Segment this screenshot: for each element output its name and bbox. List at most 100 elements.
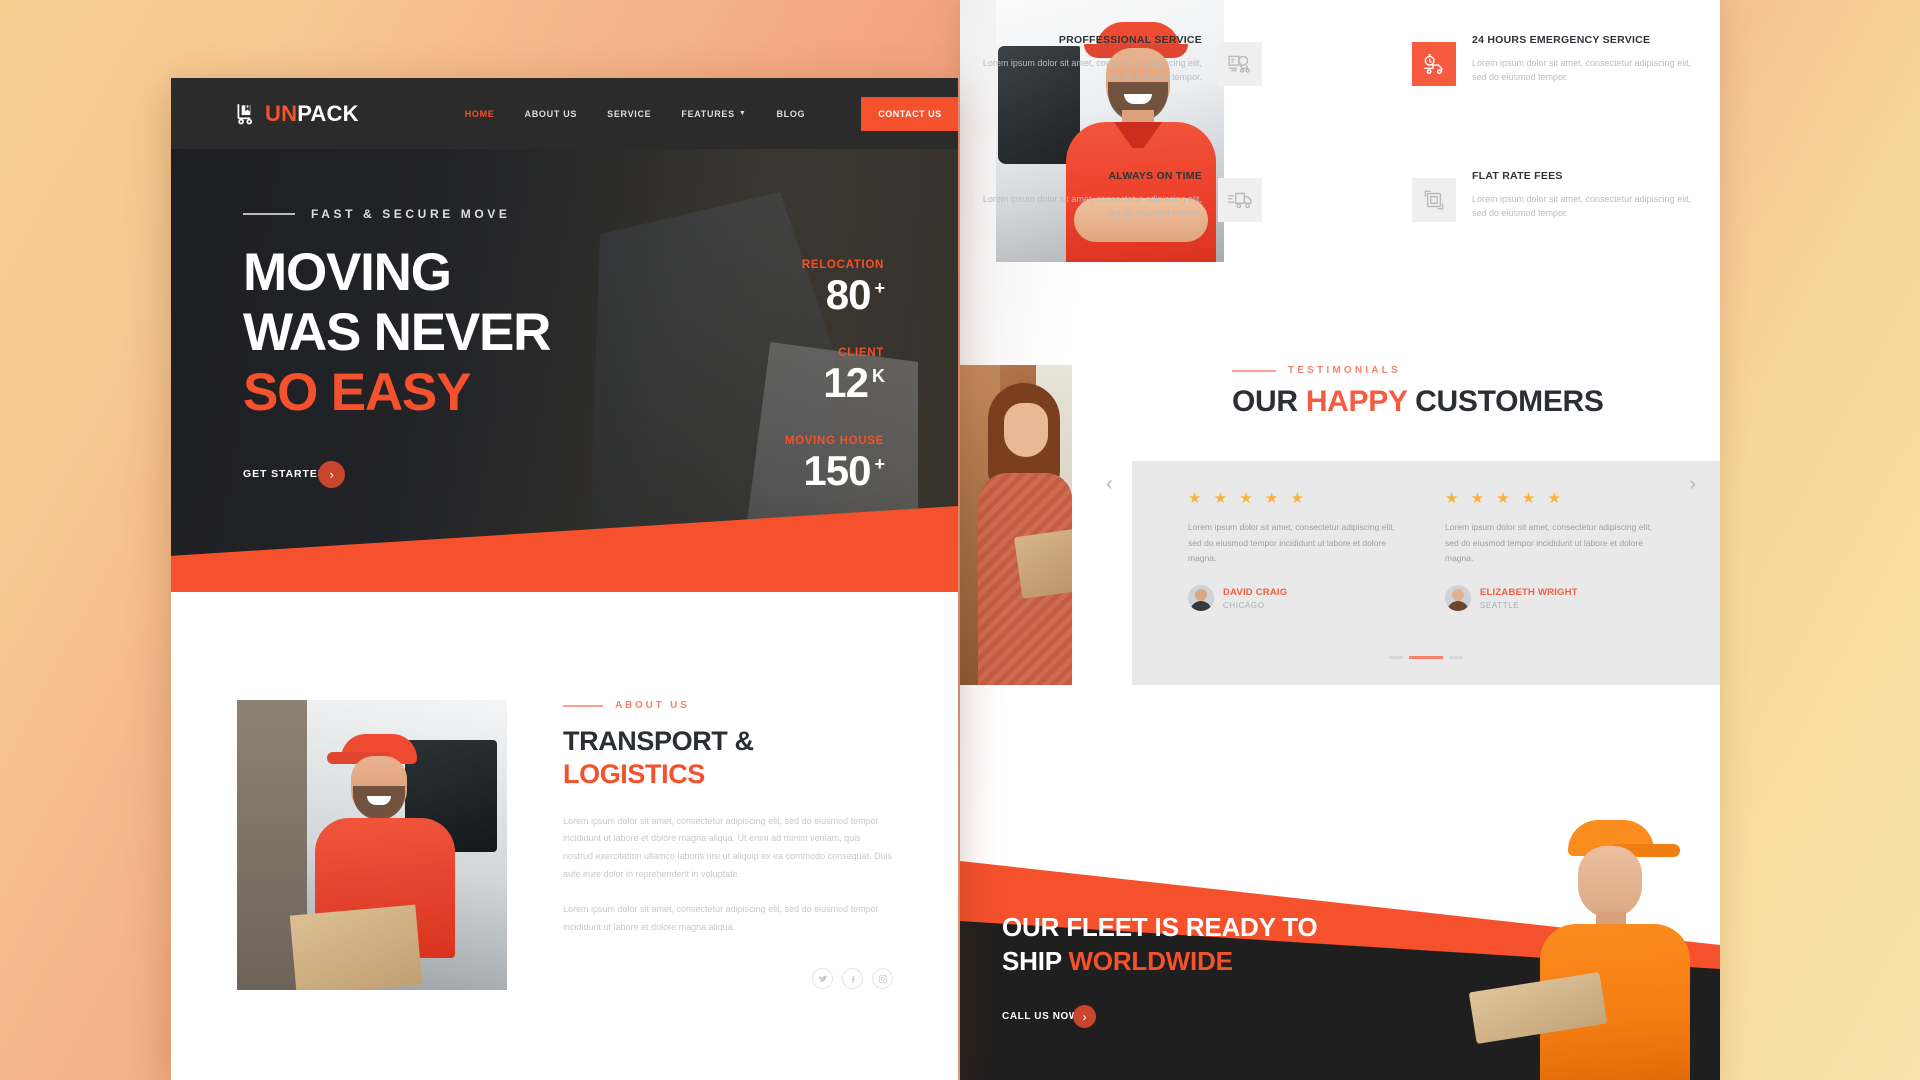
about-eyebrow: ABOUT US — [563, 700, 893, 711]
hero-eyebrow-label: FAST & SECURE MOVE — [311, 207, 511, 221]
about-paragraph-1: Lorem ipsum dolor sit amet, consectetur … — [563, 815, 893, 879]
testimonial-author: ELIZABETH WRIGHT SEATTLE — [1445, 585, 1664, 612]
carousel-dot[interactable] — [1389, 656, 1403, 659]
author-name: DAVID CRAIG — [1223, 586, 1288, 598]
feature-flat-rate-fees[interactable]: FLAT RATE FEES Lorem ipsum dolor sit ame… — [1472, 170, 1702, 221]
nav-item-home[interactable]: HOME — [465, 109, 495, 119]
author-city: SEATTLE — [1480, 600, 1520, 610]
hero-section: FAST & SECURE MOVE MOVING WAS NEVER SO E… — [171, 149, 958, 592]
social-links — [563, 968, 893, 990]
eyebrow-rule — [243, 213, 295, 215]
feature-proffessional-service[interactable]: PROFFESSIONAL SERVICE Lorem ipsum dolor … — [972, 34, 1202, 85]
title-highlight: HAPPY — [1305, 385, 1408, 418]
carousel-next-arrow-icon[interactable]: › — [1689, 473, 1696, 496]
feature-text: Lorem ipsum dolor sit amet, consectetur … — [1472, 193, 1692, 219]
fleet-line-1: OUR FLEET IS READY TO — [1002, 912, 1318, 943]
testimonial-card[interactable]: ★ ★ ★ ★ ★ Lorem ipsum dolor sit amet, co… — [1188, 490, 1407, 612]
testimonials-section: TESTIMONIALS OUR HAPPY CUSTOMERS ★ ★ ★ ★… — [960, 365, 1720, 685]
stat-value: 12 K — [785, 359, 885, 407]
main-nav: HOME ABOUT US SERVICE FEATURES ▼ BLOG CON… — [465, 96, 958, 131]
stat-label: CLIENT — [838, 347, 884, 360]
eyebrow-rule — [1232, 369, 1276, 372]
stat-number: 150 — [803, 447, 871, 495]
contact-us-button[interactable]: CONTACT US — [861, 96, 958, 131]
stat-value: 150 + — [785, 447, 885, 495]
arrow-right-icon: › — [318, 460, 346, 488]
carousel-prev-arrow-icon[interactable]: ‹ — [1106, 473, 1113, 496]
stat-suffix: + — [874, 278, 884, 298]
rating-stars: ★ ★ ★ ★ ★ — [1445, 490, 1565, 507]
about-photo — [237, 700, 507, 990]
fast-truck-icon — [1218, 178, 1262, 222]
fleet-copy: OUR FLEET IS READY TO SHIP WORLDWIDE CAL… — [1002, 911, 1432, 1028]
stat-client: CLIENT 12 K — [785, 347, 885, 407]
facebook-icon[interactable] — [842, 968, 863, 990]
nav-item-blog[interactable]: BLOG — [776, 109, 805, 119]
about-title-line-1: TRANSPORT & — [563, 726, 754, 756]
avatar — [1188, 585, 1214, 612]
about-title-line-2: LOGISTICS — [563, 758, 705, 789]
fleet-cta-section: OUR FLEET IS READY TO SHIP WORLDWIDE CAL… — [960, 780, 1720, 1080]
testimonials-title: OUR HAPPY CUSTOMERS — [1232, 385, 1720, 419]
logo-text: UNPACK — [265, 101, 359, 127]
feature-text: Lorem ipsum dolor sit amet, consectetur … — [982, 57, 1202, 83]
nav-item-features-label: FEATURES — [681, 108, 735, 119]
logo-pack: PACK — [297, 100, 359, 126]
feature-title: ALWAYS ON TIME — [1108, 170, 1202, 182]
logo[interactable]: UNPACK — [233, 101, 359, 127]
logo-un: UN — [265, 100, 298, 126]
feature-always-on-time[interactable]: ALWAYS ON TIME Lorem ipsum dolor sit ame… — [972, 170, 1202, 221]
carousel-dot[interactable] — [1449, 656, 1463, 659]
instagram-icon[interactable] — [872, 968, 893, 990]
fleet-line-2-pre: SHIP — [1002, 946, 1069, 977]
testimonial-card[interactable]: ★ ★ ★ ★ ★ Lorem ipsum dolor sit amet, co… — [1445, 490, 1664, 612]
nav-item-features[interactable]: FEATURES ▼ — [681, 109, 746, 119]
hand-truck-icon — [237, 103, 253, 124]
twitter-icon[interactable] — [812, 968, 833, 990]
feature-title: PROFFESSIONAL SERVICE — [1058, 34, 1202, 46]
title-post: CUSTOMERS — [1407, 385, 1604, 418]
site-header: UNPACK HOME ABOUT US SERVICE FEATURES ▼ B… — [171, 78, 958, 149]
about-paragraph-2: Lorem ipsum dolor sit amet, consectetur … — [563, 904, 879, 932]
nav-item-service[interactable]: SERVICE — [607, 109, 651, 119]
stat-moving-house: MOVING HOUSE 150 + — [784, 435, 885, 495]
stopwatch-truck-icon — [1412, 42, 1456, 86]
fleet-title: OUR FLEET IS READY TO SHIP WORLDWIDE — [1002, 911, 1432, 979]
avatar — [1445, 585, 1471, 612]
feature-24-hours-emergency-service[interactable]: 24 HOURS EMERGENCY SERVICE Lorem ipsum d… — [1472, 34, 1702, 85]
rating-stars: ★ ★ ★ ★ ★ — [1188, 490, 1308, 507]
delivery-man-photo — [1468, 820, 1706, 1080]
stat-relocation: RELOCATION 80 + — [785, 259, 885, 318]
mockup-page-two: PROFFESSIONAL SERVICE Lorem ipsum dolor … — [960, 0, 1720, 1080]
testimonials-eyebrow: TESTIMONIALS — [1232, 365, 1720, 376]
feature-title: 24 HOURS EMERGENCY SERVICE — [1472, 34, 1651, 46]
hero-stats: RELOCATION 80 + CLIENT 12 K MOVING HOUSE 1… — [784, 259, 885, 523]
stat-label: RELOCATION — [801, 259, 884, 271]
call-us-now-label: CALL US NOW — [1002, 1011, 1079, 1022]
stat-suffix: + — [874, 454, 884, 475]
mockup-page-one: UNPACK HOME ABOUT US SERVICE FEATURES ▼ B… — [171, 78, 958, 1080]
carousel-dot-active[interactable] — [1409, 656, 1443, 659]
author-city: CHICAGO — [1223, 600, 1265, 610]
stat-number: 12 — [823, 359, 869, 407]
stat-label: MOVING HOUSE — [784, 435, 884, 448]
author-name: ELIZABETH WRIGHT — [1480, 586, 1578, 598]
about-eyebrow-label: ABOUT US — [615, 700, 690, 711]
title-pre: OUR — [1232, 385, 1306, 418]
about-title: TRANSPORT & LOGISTICS — [563, 725, 893, 791]
stat-number: 80 — [825, 271, 872, 318]
features-section: PROFFESSIONAL SERVICE Lorem ipsum dolor … — [960, 0, 1720, 300]
about-section: ABOUT US TRANSPORT & LOGISTICS Lorem ips… — [171, 592, 958, 990]
nav-item-about-us[interactable]: ABOUT US — [525, 109, 578, 119]
fleet-line-2-highlight: WORLDWIDE — [1068, 946, 1233, 977]
stat-value: 80 + — [785, 271, 885, 318]
feature-text: Lorem ipsum dolor sit amet, consectetur … — [1472, 57, 1692, 83]
feature-title: FLAT RATE FEES — [1472, 170, 1563, 182]
testimonial-author: DAVID CRAIG CHICAGO — [1188, 585, 1407, 612]
arrow-right-icon: › — [1072, 1005, 1096, 1028]
eyebrow-label: TESTIMONIALS — [1288, 365, 1401, 376]
package-truck-icon — [1218, 42, 1262, 86]
testimonial-hero-photo — [960, 365, 1072, 685]
call-us-now-button[interactable]: CALL US NOW › — [1002, 1005, 1432, 1028]
testimonial-text: Lorem ipsum dolor sit amet, consectetur … — [1188, 522, 1395, 564]
